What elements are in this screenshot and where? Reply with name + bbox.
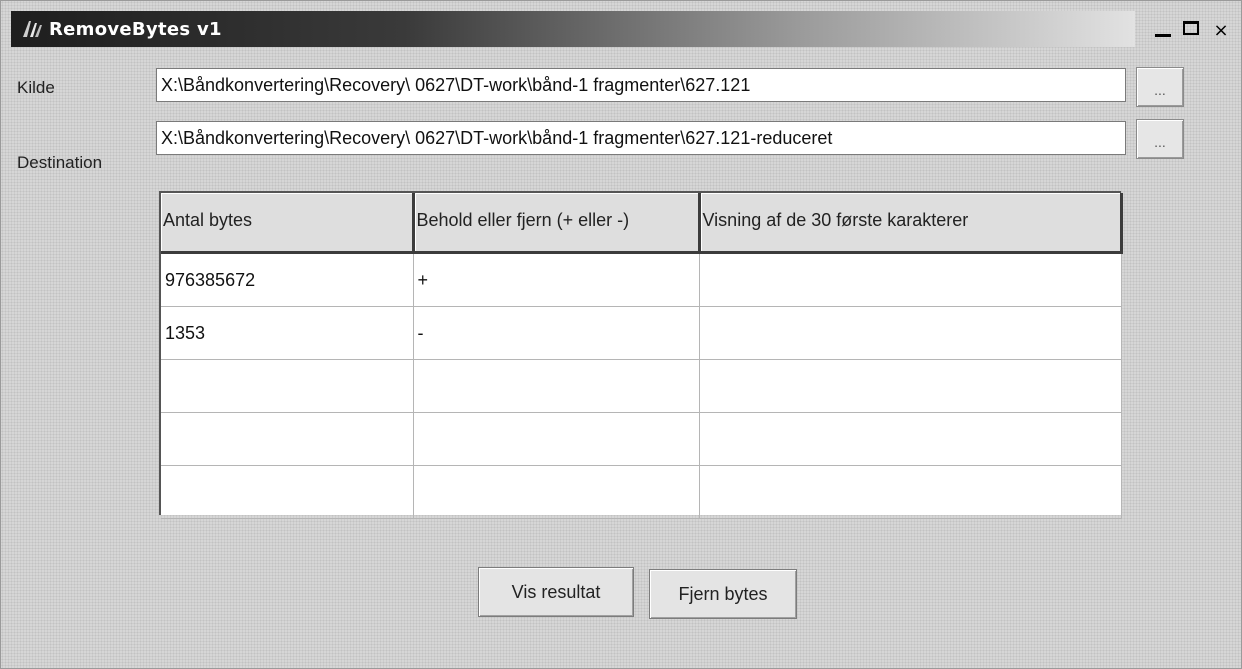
app-icon: [23, 21, 42, 37]
table-row: [161, 359, 1122, 413]
main-window: RemoveBytes v1 × Kilde X:\Båndkonverteri…: [0, 0, 1242, 669]
table-cell[interactable]: [413, 412, 700, 466]
source-browse-button[interactable]: ...: [1136, 67, 1184, 107]
maximize-button[interactable]: [1179, 16, 1203, 40]
title-bar[interactable]: RemoveBytes v1: [11, 11, 1135, 47]
table-cell[interactable]: [699, 465, 1122, 519]
window-title: RemoveBytes v1: [49, 19, 222, 40]
source-label: Kilde: [17, 78, 55, 97]
source-path-input[interactable]: X:\Båndkonvertering\Recovery\ 0627\DT-wo…: [156, 68, 1126, 102]
table-row: [161, 412, 1122, 466]
table-cell[interactable]: [413, 359, 700, 413]
table-cell[interactable]: [161, 359, 414, 413]
destination-browse-button[interactable]: ...: [1136, 119, 1184, 159]
bytes-grid: Antal bytes Behold eller fjern (+ eller …: [159, 191, 1123, 519]
show-result-button[interactable]: Vis resultat: [478, 567, 634, 617]
bytes-table: Antal bytes Behold eller fjern (+ eller …: [161, 193, 1123, 519]
close-icon: ×: [1213, 19, 1229, 41]
column-header-preview[interactable]: Visning af de 30 første karakterer: [699, 193, 1123, 254]
table-header-row: Antal bytes Behold eller fjern (+ eller …: [161, 193, 1123, 254]
remove-bytes-button[interactable]: Fjern bytes: [649, 569, 797, 619]
table-cell[interactable]: +: [413, 252, 700, 307]
table-cell[interactable]: 976385672: [161, 252, 414, 307]
destination-path-input[interactable]: X:\Båndkonvertering\Recovery\ 0627\DT-wo…: [156, 121, 1126, 155]
table-cell[interactable]: [161, 412, 414, 466]
table-cell[interactable]: -: [413, 306, 700, 360]
close-button[interactable]: ×: [1209, 18, 1233, 42]
column-header-byte-count[interactable]: Antal bytes: [161, 193, 415, 254]
table-cell[interactable]: [699, 412, 1122, 466]
table-cell[interactable]: [699, 306, 1122, 360]
column-header-keep-or-remove[interactable]: Behold eller fjern (+ eller -): [413, 193, 701, 254]
table-cell[interactable]: [161, 465, 414, 519]
table-cell[interactable]: [699, 252, 1122, 307]
maximize-icon: [1183, 21, 1199, 35]
minimize-button[interactable]: [1151, 16, 1175, 40]
table-cell[interactable]: [413, 465, 700, 519]
table-row: [161, 465, 1122, 519]
table-row: 1353 -: [161, 306, 1122, 360]
minimize-icon: [1155, 33, 1171, 37]
table-cell[interactable]: [699, 359, 1122, 413]
destination-label: Destination: [17, 153, 103, 172]
table-cell[interactable]: 1353: [161, 306, 414, 360]
table-row: 976385672 +: [161, 252, 1122, 307]
